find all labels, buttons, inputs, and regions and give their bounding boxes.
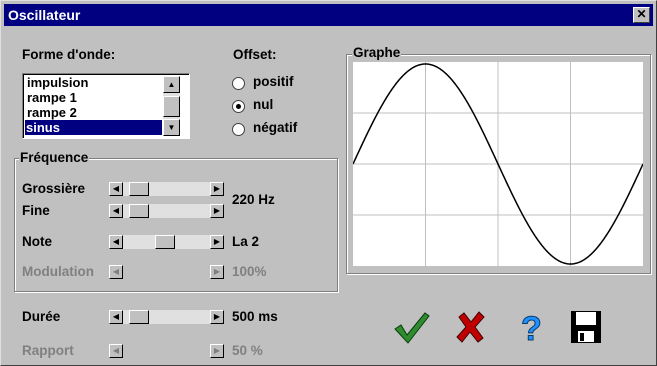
modulation-label: Modulation [22,264,94,279]
coarse-label: Grossière [22,181,86,196]
offset-label: Offset: [233,47,277,62]
duration-slider[interactable]: ◀ ▶ [109,310,224,324]
list-item[interactable]: impulsion [26,75,162,90]
waveform-label: Forme d'onde: [22,47,116,62]
note-thumb[interactable] [155,235,175,249]
question-icon: ? [521,310,543,349]
radio-negatif-label: négatif [253,120,298,135]
duration-label: Durée [22,309,61,324]
graph-canvas [352,62,644,266]
radio-nul-label: nul [253,97,274,112]
svg-text:?: ? [521,310,542,347]
cancel-button[interactable] [451,307,491,347]
fine-thumb[interactable] [129,204,149,218]
close-button[interactable]: ✕ [633,7,650,23]
note-left-button[interactable]: ◀ [109,235,123,249]
oscillator-window: Oscillateur ✕ Forme d'onde: impulsion ra… [0,0,657,366]
note-slider[interactable]: ◀ ▶ [109,235,224,249]
radio-positif-label: positif [253,74,294,89]
radio-nul[interactable] [232,100,245,113]
fine-left-button[interactable]: ◀ [109,204,123,218]
ratio-left-button[interactable]: ◀ [109,344,123,358]
list-item-selected[interactable]: sinus [25,120,162,135]
title-bar[interactable]: Oscillateur ✕ [4,4,653,26]
radio-positif[interactable] [232,77,245,90]
save-button[interactable] [567,307,607,347]
note-label: Note [22,234,52,249]
cross-icon [456,311,485,343]
checkmark-icon [394,312,430,344]
note-right-button[interactable]: ▶ [210,235,224,249]
frequency-value: 220 Hz [232,192,275,207]
radio-negatif[interactable] [232,123,245,136]
scroll-down-button[interactable]: ▼ [163,119,180,136]
window-title: Oscillateur [8,7,81,23]
modulation-right-button[interactable]: ▶ [210,265,224,279]
waveform-listbox[interactable]: impulsion rampe 1 rampe 2 sinus ▲ ▼ [22,73,190,139]
modulation-left-button[interactable]: ◀ [109,265,123,279]
duration-right-button[interactable]: ▶ [210,310,224,324]
scroll-up-button[interactable]: ▲ [163,76,180,93]
duration-value: 500 ms [232,309,278,324]
coarse-thumb[interactable] [129,182,149,196]
floppy-disk-icon [571,311,601,343]
ratio-slider[interactable]: ◀ ▶ [109,344,224,358]
note-value: La 2 [232,234,260,249]
radio-selected-dot [236,104,241,109]
duration-left-button[interactable]: ◀ [109,310,123,324]
scroll-thumb[interactable] [163,96,180,117]
list-item[interactable]: rampe 2 [26,105,162,120]
fine-right-button[interactable]: ▶ [210,204,224,218]
list-item[interactable]: rampe 1 [26,90,162,105]
ratio-label: Rapport [22,343,74,358]
duration-thumb[interactable] [129,310,149,324]
fine-slider[interactable]: ◀ ▶ [109,204,224,218]
graph-group-label: Graphe [352,45,402,60]
help-button[interactable]: ? [511,307,551,349]
fine-label: Fine [22,203,50,218]
ok-button[interactable] [391,307,431,347]
coarse-slider[interactable]: ◀ ▶ [109,182,224,196]
coarse-left-button[interactable]: ◀ [109,182,123,196]
listbox-scrollbar[interactable]: ▲ ▼ [163,76,180,136]
ratio-right-button[interactable]: ▶ [210,344,224,358]
modulation-slider[interactable]: ◀ ▶ [109,265,224,279]
coarse-right-button[interactable]: ▶ [210,182,224,196]
ratio-value: 50 % [232,343,263,358]
modulation-value: 100% [232,264,267,279]
frequency-group-label: Fréquence [19,150,90,165]
waveform-plot [352,62,644,266]
